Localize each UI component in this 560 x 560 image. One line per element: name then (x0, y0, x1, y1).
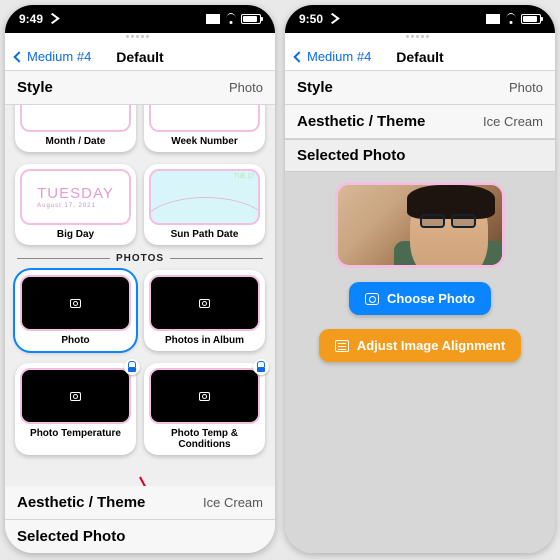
card-label: Big Day (57, 229, 94, 240)
adjust-alignment-label: Adjust Image Alignment (357, 338, 505, 353)
signal-icon (206, 14, 220, 24)
location-icon (46, 13, 61, 24)
image-icon (70, 299, 81, 308)
status-time: 9:50 (299, 12, 337, 26)
card-week-number[interactable]: Week Number (144, 105, 265, 152)
card-label: Month / Date (46, 136, 106, 147)
aesthetic-label: Aesthetic / Theme (297, 113, 425, 130)
alignment-icon (335, 340, 349, 352)
adjust-alignment-button[interactable]: Adjust Image Alignment (319, 329, 521, 362)
style-label: Style (17, 79, 53, 96)
battery-icon (241, 14, 261, 24)
style-picker-scroll[interactable]: Month / Date Week Number TUESDAYAugust 1… (5, 105, 275, 486)
card-label: Sun Path Date (171, 229, 239, 240)
selected-photo-header: Selected Photo (285, 139, 555, 172)
sheet-grabber[interactable] (406, 35, 434, 39)
card-preview (20, 275, 131, 331)
annotation-arrow (139, 477, 183, 486)
chevron-left-icon (13, 51, 24, 62)
back-button[interactable]: Medium #4 (15, 49, 91, 64)
notch (365, 5, 475, 25)
style-row[interactable]: Style Photo (285, 71, 555, 105)
card-photo[interactable]: Photo (15, 270, 136, 351)
card-label: Week Number (171, 136, 238, 147)
card-preview (149, 105, 260, 132)
card-photo-temp-conditions[interactable]: ☾21° Photo Temp & Conditions (144, 363, 265, 455)
card-preview (149, 275, 260, 331)
status-time: 9:49 (19, 12, 57, 26)
card-preview (20, 105, 131, 132)
choose-photo-button[interactable]: Choose Photo (349, 282, 491, 315)
chevron-left-icon (293, 51, 304, 62)
signal-icon (486, 14, 500, 24)
style-value: Photo (509, 80, 543, 95)
card-month-date[interactable]: Month / Date (15, 105, 136, 152)
card-label: Photo (61, 335, 89, 346)
card-photos-in-album[interactable]: Photos in Album (144, 270, 265, 351)
nav-bar: Medium #4 Default (5, 41, 275, 71)
aesthetic-row[interactable]: Aesthetic / Theme Ice Cream (5, 486, 275, 520)
image-icon (199, 299, 210, 308)
card-label: Photo Temperature (30, 428, 121, 439)
card-sun-path-date[interactable]: TUE 17 Sun Path Date (144, 164, 265, 245)
lock-icon (124, 359, 140, 375)
card-photo-temperature[interactable]: 21° Photo Temperature (15, 363, 136, 455)
aesthetic-value: Ice Cream (483, 114, 543, 129)
notch (85, 5, 195, 25)
image-icon (199, 392, 210, 401)
sheet-grabber[interactable] (126, 35, 154, 39)
phone-right: 9:50 Medium #4 Default Style Photo Aesth… (285, 5, 555, 553)
camera-icon (365, 293, 379, 305)
card-label: Photos in Album (165, 335, 244, 346)
aesthetic-row[interactable]: Aesthetic / Theme Ice Cream (285, 105, 555, 139)
back-button[interactable]: Medium #4 (295, 49, 371, 64)
phone-left: 9:49 Medium #4 Default Style Photo Month… (5, 5, 275, 553)
aesthetic-label: Aesthetic / Theme (17, 494, 145, 511)
selected-photo-preview (335, 182, 505, 268)
photos-divider: PHOTOS (5, 251, 275, 264)
card-preview: ☾21° (149, 368, 260, 424)
selected-photo-row[interactable]: Selected Photo (5, 520, 275, 553)
card-preview: 21° (20, 368, 131, 424)
choose-photo-label: Choose Photo (387, 291, 475, 306)
style-row[interactable]: Style Photo (5, 71, 275, 105)
lock-icon (253, 359, 269, 375)
card-preview: TUESDAYAugust 17, 2021 (20, 169, 131, 225)
selected-photo-label: Selected Photo (17, 528, 125, 545)
style-label: Style (297, 79, 333, 96)
card-big-day[interactable]: TUESDAYAugust 17, 2021 Big Day (15, 164, 136, 245)
nav-title: Default (396, 49, 443, 65)
aesthetic-value: Ice Cream (203, 495, 263, 510)
battery-icon (521, 14, 541, 24)
location-icon (326, 13, 341, 24)
selected-photo-panel: Choose Photo Adjust Image Alignment (285, 172, 555, 553)
card-preview: TUE 17 (149, 169, 260, 225)
wifi-icon (504, 14, 517, 24)
nav-title: Default (116, 49, 163, 65)
nav-bar: Medium #4 Default (285, 41, 555, 71)
wifi-icon (224, 14, 237, 24)
image-icon (70, 392, 81, 401)
style-value: Photo (229, 80, 263, 95)
